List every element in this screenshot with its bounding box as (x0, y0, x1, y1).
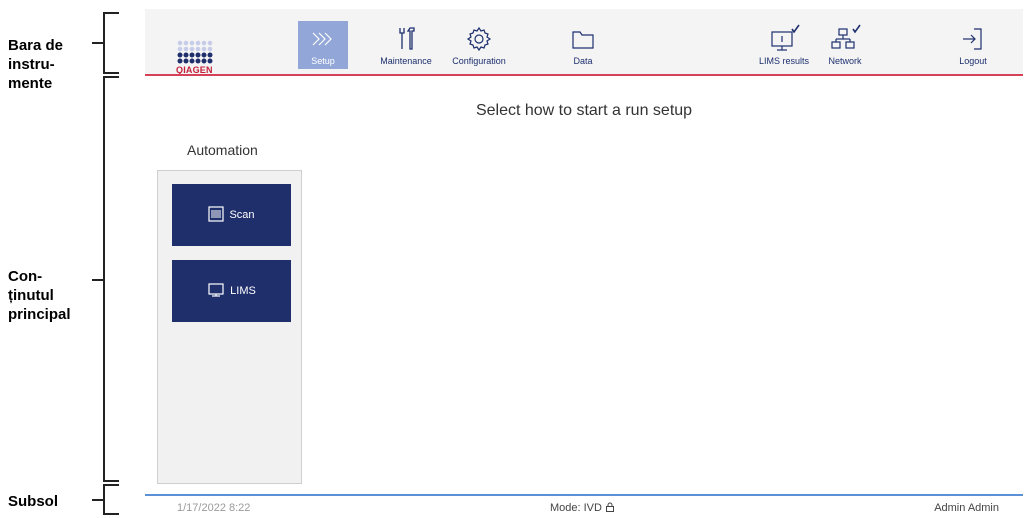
network-check-icon (820, 24, 870, 54)
toolbar-logout-button[interactable]: Logout (953, 21, 993, 69)
toolbar-data-label: Data (573, 56, 593, 66)
footer-user: Admin Admin (934, 502, 999, 514)
instrument-screen: QIAGEN Setup Maintenance Configuration D… (145, 9, 1023, 518)
lock-icon (605, 502, 615, 514)
footer-timestamp: 1/17/2022 8:22 (177, 502, 251, 514)
barcode-scan-icon (208, 205, 225, 225)
gear-icon (444, 24, 514, 54)
logo-dots-icon (177, 40, 213, 64)
toolbar-configuration-label: Configuration (452, 56, 506, 66)
annotation-line: instru- (8, 56, 55, 73)
lims-button-label: LIMS (230, 285, 256, 297)
qiagen-logo: QIAGEN (172, 39, 232, 77)
toolbar-setup-button[interactable]: Setup (298, 21, 348, 69)
toolbar-maintenance-button[interactable]: Maintenance (372, 21, 440, 69)
annotation-footer: Subsol (8, 493, 59, 510)
annotation-line: mente (8, 75, 53, 92)
bracket-tick (92, 42, 103, 44)
lims-button[interactable]: LIMS (172, 260, 291, 322)
automation-section-label: Automation (187, 142, 258, 158)
footer-mode: Mode: IVD (550, 502, 615, 514)
main-content: Select how to start a run setup Automati… (145, 76, 1023, 494)
automation-panel: Scan LIMS (157, 170, 302, 484)
toolbar: QIAGEN Setup Maintenance Configuration D… (145, 9, 1023, 77)
annotation-line: Con- (8, 268, 43, 285)
toolbar-lims-results-button[interactable]: LIMS results (756, 21, 812, 69)
bracket-toolbar (103, 12, 119, 74)
toolbar-network-label: Network (828, 56, 862, 66)
page-title: Select how to start a run setup (475, 102, 693, 119)
scan-button-label: Scan (229, 209, 255, 221)
bracket-main (103, 76, 119, 482)
logout-icon (953, 24, 993, 54)
annotation-toolbar: Bara de instru- mente (8, 36, 63, 93)
bracket-footer (103, 484, 119, 515)
annotation-main-content: Con- ținutul principal (8, 267, 71, 324)
toolbar-network-button[interactable]: Network (820, 21, 870, 69)
annotation-line: ținutul (8, 287, 54, 304)
tools-icon (372, 24, 440, 54)
monitor-check-icon (756, 24, 812, 54)
footer: 1/17/2022 8:22 Mode: IVD Admin Admin (145, 494, 1023, 518)
annotation-line: Bara de (8, 37, 64, 54)
toolbar-logout-label: Logout (959, 56, 987, 66)
folder-icon (563, 24, 603, 54)
footer-mode-text: Mode: IVD (550, 502, 602, 514)
annotation-line: principal (8, 306, 71, 323)
scan-button[interactable]: Scan (172, 184, 291, 246)
toolbar-data-button[interactable]: Data (563, 21, 603, 69)
chevrons-right-icon (298, 24, 348, 54)
toolbar-setup-label: Setup (311, 56, 335, 66)
bracket-tick (92, 279, 103, 281)
toolbar-lims-results-label: LIMS results (758, 56, 809, 66)
toolbar-configuration-button[interactable]: Configuration (444, 21, 514, 69)
monitor-icon (207, 282, 225, 301)
toolbar-maintenance-label: Maintenance (380, 56, 432, 66)
bracket-tick (92, 499, 103, 501)
